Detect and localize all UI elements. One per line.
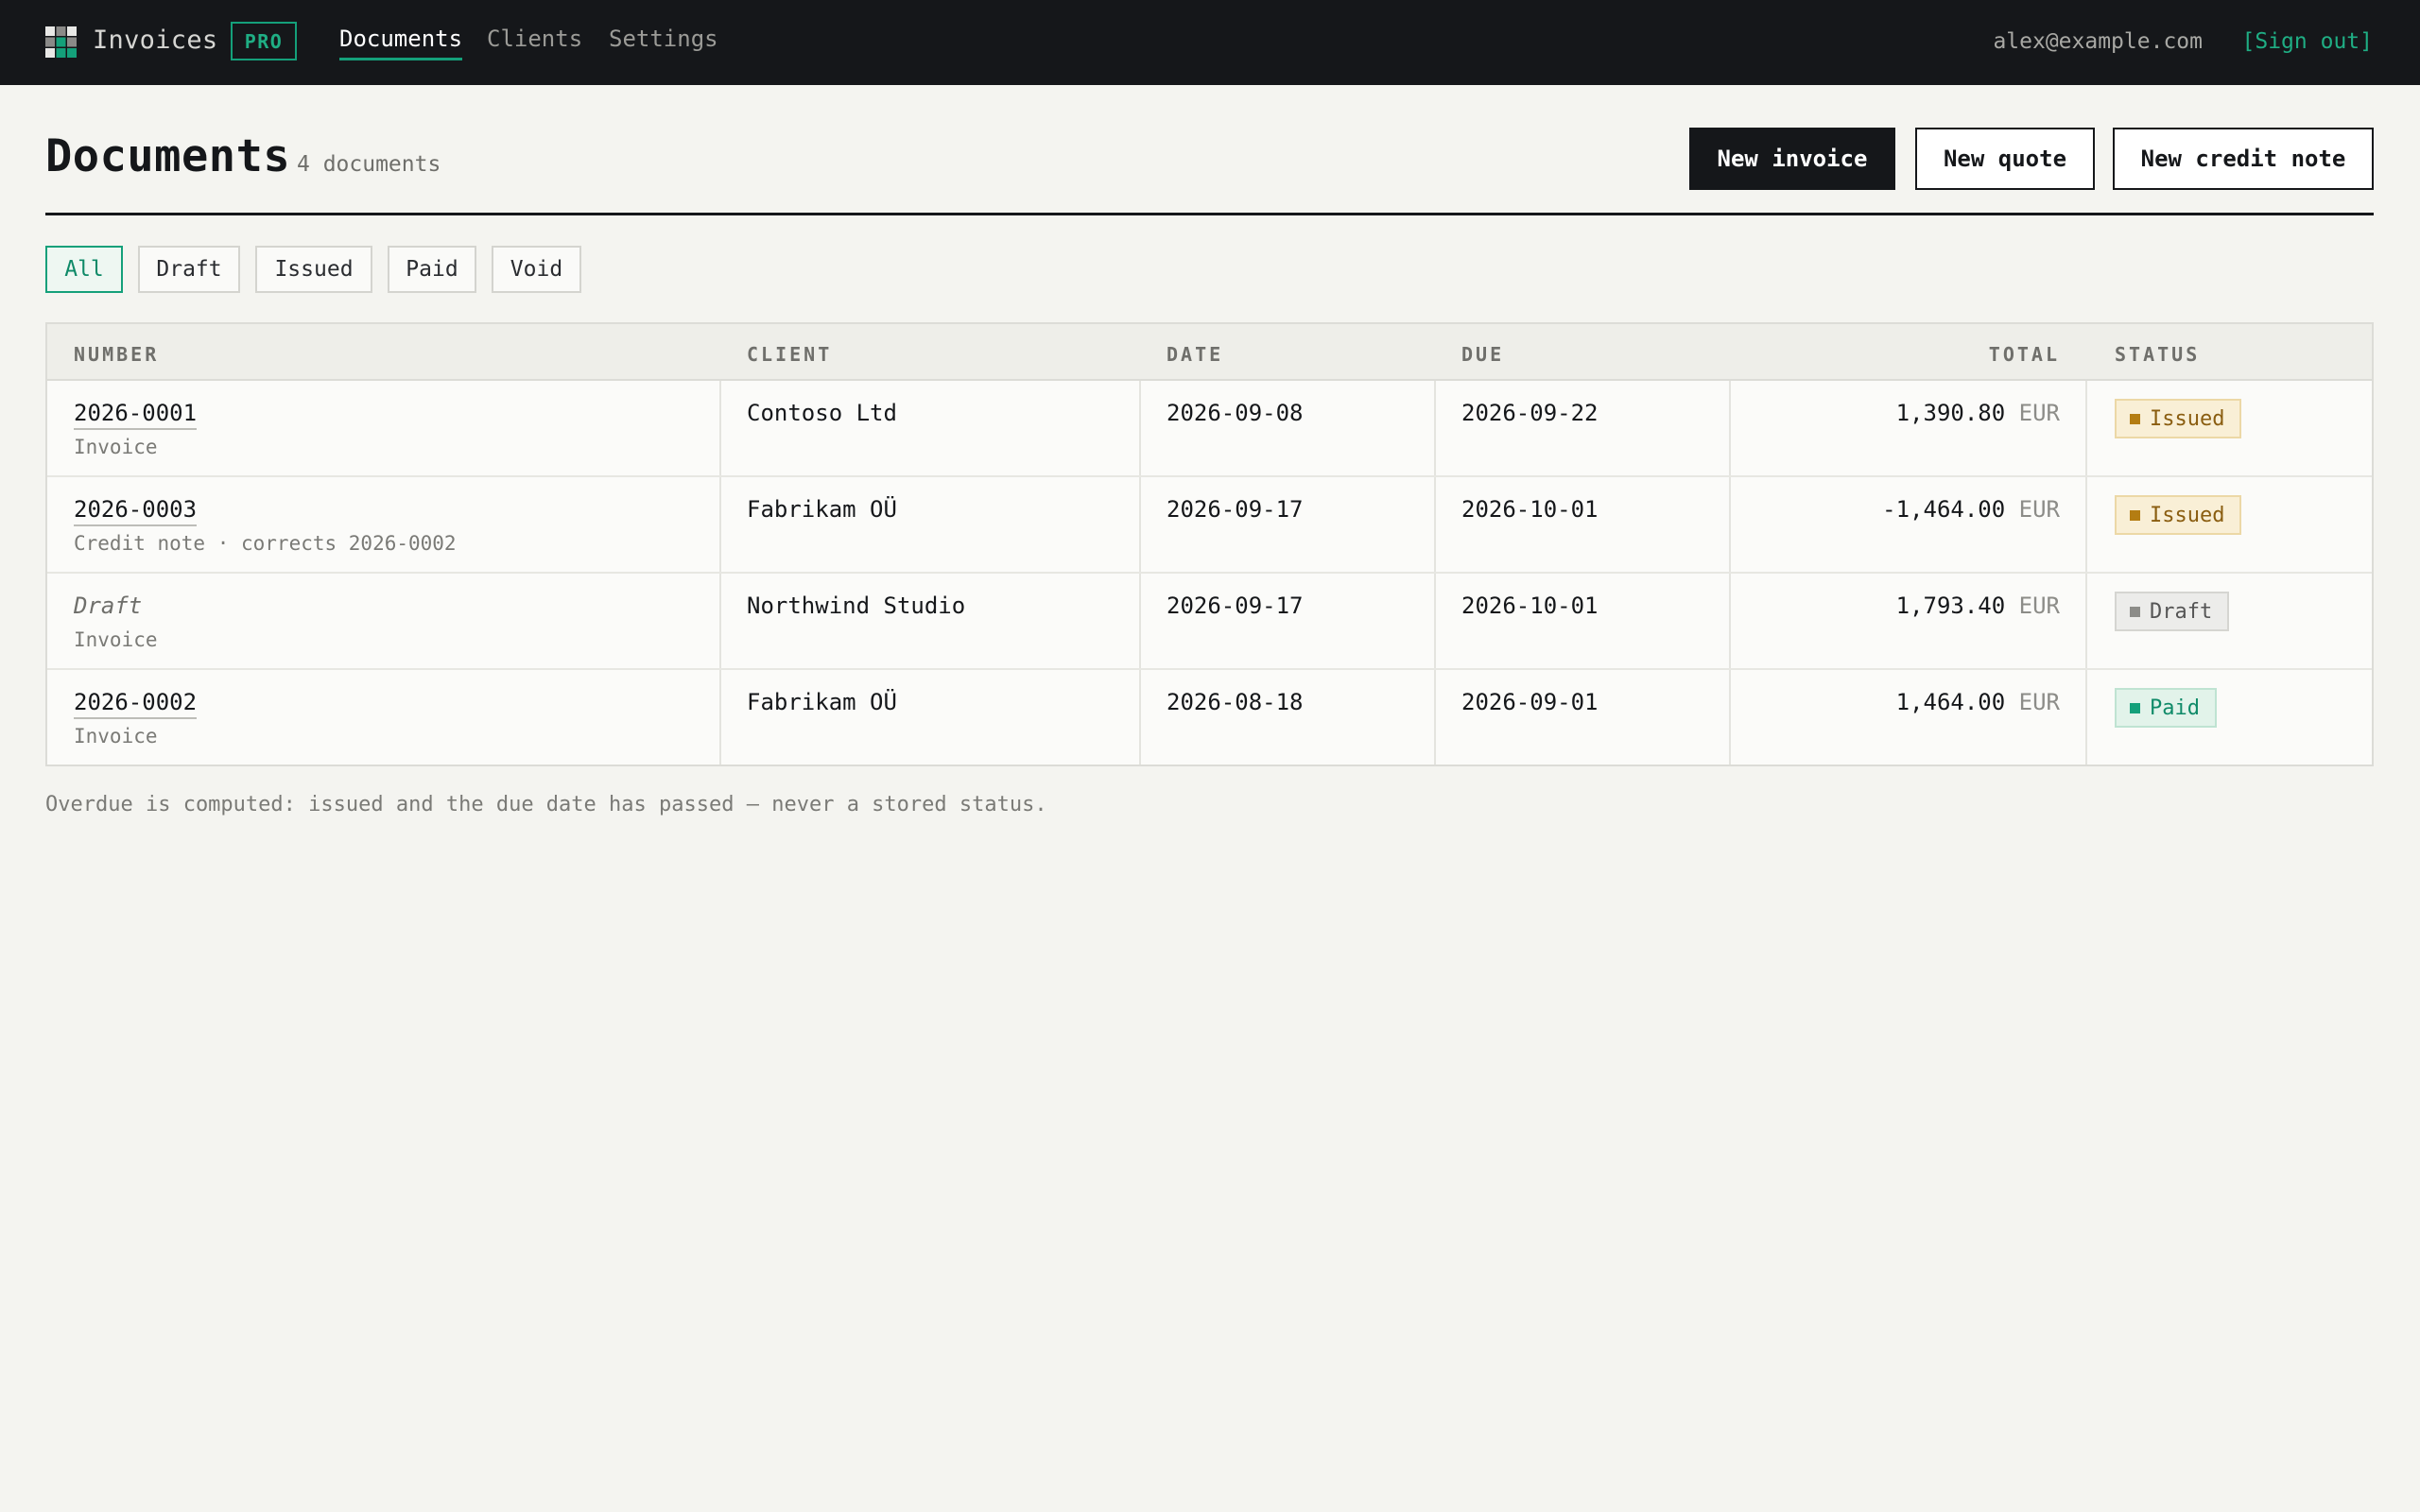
document-type: Invoice: [74, 725, 158, 747]
currency: EUR: [2018, 593, 2060, 619]
table-row[interactable]: 2026-0002 Invoice Fabrikam OÜ 2026-08-18…: [47, 670, 2372, 766]
filter-draft[interactable]: Draft: [138, 246, 240, 293]
status-badge: Paid: [2115, 688, 2217, 728]
app-brand[interactable]: Invoices: [93, 26, 217, 55]
column-header-number[interactable]: NUMBER: [74, 343, 159, 366]
document-type: Invoice: [74, 436, 158, 458]
currency: EUR: [2018, 496, 2060, 523]
total-amount: -1,464.00 EUR: [1882, 496, 2060, 523]
status-square-icon: [2130, 702, 2140, 713]
issue-date: 2026-08-18: [1167, 689, 1304, 715]
documents-table: NUMBER CLIENT DATE DUE TOTAL STATUS 2026…: [45, 322, 2374, 766]
column-header-due[interactable]: DUE: [1461, 343, 1504, 366]
pro-badge: PRO: [231, 22, 297, 60]
issue-date: 2026-09-17: [1167, 496, 1304, 523]
table-row[interactable]: 2026-0001 Invoice Contoso Ltd 2026-09-08…: [47, 381, 2372, 477]
sign-out-link[interactable]: [Sign out]: [2242, 29, 2373, 54]
currency: EUR: [2018, 400, 2060, 426]
total-amount: 1,464.00 EUR: [1896, 689, 2060, 715]
grid-logo-icon[interactable]: [45, 26, 77, 58]
new-invoice-button[interactable]: New invoice: [1689, 128, 1895, 190]
status-label: Paid: [2150, 696, 2200, 720]
total-amount: 1,390.80 EUR: [1896, 400, 2060, 426]
filter-issued[interactable]: Issued: [255, 246, 372, 293]
top-nav-bar: Invoices PRO Documents Clients Settings …: [0, 0, 2420, 85]
filter-void[interactable]: Void: [492, 246, 581, 293]
total-value: 1,793.40: [1895, 593, 2006, 619]
nav-settings[interactable]: Settings: [609, 26, 718, 58]
client-name: Fabrikam OÜ: [747, 496, 897, 523]
status-badge: Draft: [2115, 592, 2230, 631]
status-label: Issued: [2150, 406, 2225, 431]
currency: EUR: [2018, 689, 2060, 715]
new-credit-note-button[interactable]: New credit note: [2113, 128, 2374, 190]
page-title: Documents: [45, 130, 291, 182]
status-badge: Issued: [2115, 399, 2242, 438]
document-type: Invoice: [74, 628, 158, 651]
new-quote-button[interactable]: New quote: [1915, 128, 2095, 190]
header-divider: [45, 213, 2374, 215]
document-number-link[interactable]: 2026-0003: [74, 496, 198, 526]
footnote: Overdue is computed: issued and the due …: [45, 793, 1047, 816]
user-email: alex@example.com: [1993, 29, 2203, 54]
status-label: Draft: [2150, 599, 2213, 624]
total-value: 1,390.80: [1895, 400, 2006, 426]
document-number-link[interactable]: Draft: [74, 593, 142, 621]
document-type: Credit note · corrects 2026-0002: [74, 532, 457, 555]
document-number-link[interactable]: 2026-0002: [74, 689, 198, 719]
filter-paid[interactable]: Paid: [388, 246, 476, 293]
document-number-link[interactable]: 2026-0001: [74, 400, 198, 430]
due-date: 2026-09-22: [1461, 400, 1599, 426]
filter-all[interactable]: All: [45, 246, 123, 293]
due-date: 2026-10-01: [1461, 496, 1599, 523]
status-badge: Issued: [2115, 495, 2242, 535]
issue-date: 2026-09-17: [1167, 593, 1304, 619]
column-header-total[interactable]: TOTAL: [1989, 343, 2060, 366]
client-name: Fabrikam OÜ: [747, 689, 897, 715]
status-square-icon: [2130, 606, 2140, 617]
table-row[interactable]: 2026-0003 Credit note · corrects 2026-00…: [47, 477, 2372, 574]
nav-documents[interactable]: Documents: [339, 26, 463, 60]
issue-date: 2026-09-08: [1167, 400, 1304, 426]
document-count: 4 documents: [297, 152, 441, 177]
nav-clients[interactable]: Clients: [487, 26, 582, 58]
total-amount: 1,793.40 EUR: [1896, 593, 2060, 619]
column-header-client[interactable]: CLIENT: [747, 343, 832, 366]
client-name: Contoso Ltd: [747, 400, 897, 426]
table-header: NUMBER CLIENT DATE DUE TOTAL STATUS: [47, 324, 2372, 381]
total-value: -1,464.00: [1882, 496, 2006, 523]
status-label: Issued: [2150, 503, 2225, 527]
column-header-date[interactable]: DATE: [1167, 343, 1223, 366]
due-date: 2026-09-01: [1461, 689, 1599, 715]
due-date: 2026-10-01: [1461, 593, 1599, 619]
total-value: 1,464.00: [1895, 689, 2006, 715]
column-header-status[interactable]: STATUS: [2115, 343, 2200, 366]
client-name: Northwind Studio: [747, 593, 966, 619]
status-square-icon: [2130, 509, 2140, 521]
status-square-icon: [2130, 413, 2140, 424]
table-row[interactable]: Draft Invoice Northwind Studio 2026-09-1…: [47, 574, 2372, 670]
